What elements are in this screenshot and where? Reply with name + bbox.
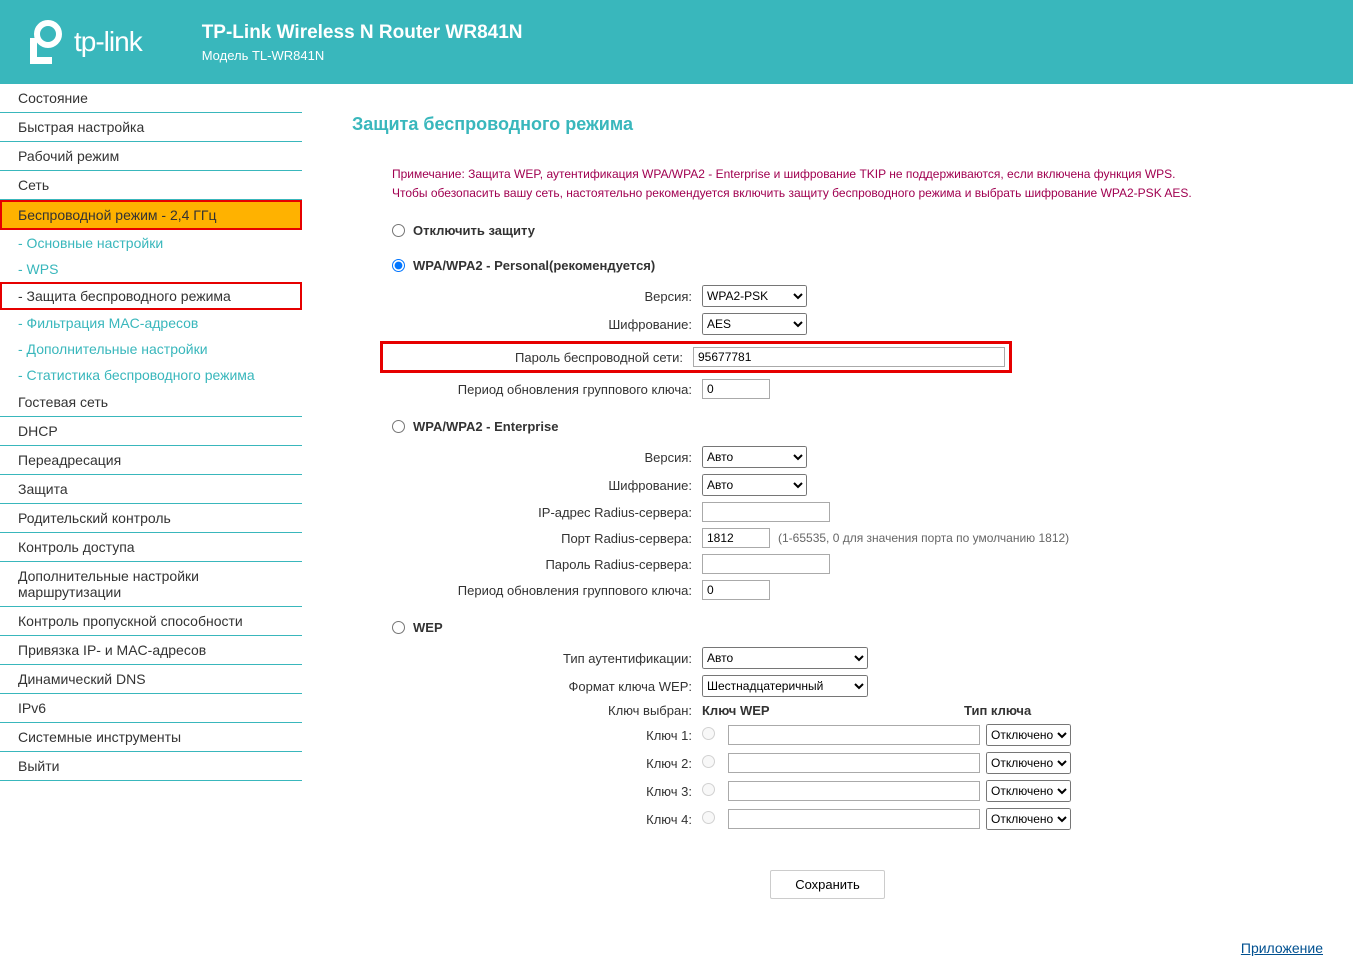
wep-key-label-2: Ключ 2: (392, 756, 702, 771)
wep-title: WEP (413, 620, 443, 635)
sidebar-item-0[interactable]: Состояние (0, 84, 302, 113)
header: tp-link TP-Link Wireless N Router WR841N… (0, 0, 1353, 84)
wpa-personal-version-select[interactable]: WPA2-PSK (702, 285, 807, 307)
wep-key-label-1: Ключ 1: (392, 728, 702, 743)
radius-port-hint: (1-65535, 0 для значения порта по умолча… (778, 531, 1069, 545)
notice-line-1: Примечание: Защита WEP, аутентификация W… (392, 165, 1303, 184)
notice-block: Примечание: Защита WEP, аутентификация W… (352, 165, 1303, 203)
wpa-ent-version-select[interactable]: Авто (702, 446, 807, 468)
sidebar-item-22[interactable]: Системные инструменты (0, 723, 302, 752)
sidebar-item-18[interactable]: Контроль пропускной способности (0, 607, 302, 636)
page-title: Защита беспроводного режима (352, 114, 1303, 135)
wep-key-radio-3[interactable] (702, 783, 715, 796)
sidebar-item-20[interactable]: Динамический DNS (0, 665, 302, 694)
radius-port-label: Порт Radius-сервера: (392, 531, 702, 546)
product-title: TP-Link Wireless N Router WR841N (202, 22, 523, 44)
wep-key-row-3: Ключ 3: Отключено (392, 780, 1303, 802)
wpa-ent-groupkey-input[interactable] (702, 580, 770, 600)
sidebar-item-23[interactable]: Выйти (0, 752, 302, 781)
radius-ip-input[interactable] (702, 502, 830, 522)
sidebar-item-21[interactable]: IPv6 (0, 694, 302, 723)
sidebar-item-5[interactable]: - Основные настройки (0, 230, 302, 256)
wep-key-type-select-3[interactable]: Отключено (986, 780, 1071, 802)
wep-auth-select[interactable]: Авто (702, 647, 868, 669)
wpa-ent-encryption-select[interactable]: Авто (702, 474, 807, 496)
wep-key-type-select-1[interactable]: Отключено (986, 724, 1071, 746)
sidebar-item-14[interactable]: Защита (0, 475, 302, 504)
wpa-personal-encryption-select[interactable]: AES (702, 313, 807, 335)
sidebar-item-15[interactable]: Родительский контроль (0, 504, 302, 533)
disable-security-label: Отключить защиту (413, 223, 535, 238)
wpa-personal-groupkey-label: Период обновления группового ключа: (392, 382, 702, 397)
wep-key-type-select-2[interactable]: Отключено (986, 752, 1071, 774)
sidebar-item-4[interactable]: Беспроводной режим - 2,4 ГГц (0, 200, 302, 230)
wep-key-radio-2[interactable] (702, 755, 715, 768)
wep-key-label-4: Ключ 4: (392, 812, 702, 827)
wpa-personal-version-label: Версия: (392, 289, 702, 304)
header-title-block: TP-Link Wireless N Router WR841N Модель … (202, 22, 523, 63)
app-link[interactable]: Приложение (1241, 940, 1323, 956)
sidebar-item-16[interactable]: Контроль доступа (0, 533, 302, 562)
brand-logo: tp-link (18, 18, 142, 66)
wep-key-radio-4[interactable] (702, 811, 715, 824)
wep-format-select[interactable]: Шестнадцатеричный (702, 675, 868, 697)
sidebar-item-17[interactable]: Дополнительные настройки маршрутизации (0, 562, 302, 607)
wep-col-key-header: Ключ WEP (702, 703, 964, 718)
sidebar-item-10[interactable]: - Статистика беспроводного режима (0, 362, 302, 388)
wep-key-input-2[interactable] (728, 753, 980, 773)
sidebar-item-6[interactable]: - WPS (0, 256, 302, 282)
notice-line-2: Чтобы обезопасить вашу сеть, настоятельн… (392, 184, 1303, 203)
main-content: Защита беспроводного режима Примечание: … (302, 84, 1353, 966)
radio-disable-security[interactable] (392, 224, 405, 237)
wpa-personal-title: WPA/WPA2 - Personal(рекомендуется) (413, 258, 655, 273)
sidebar-item-19[interactable]: Привязка IP- и MAC-адресов (0, 636, 302, 665)
sidebar-item-1[interactable]: Быстрая настройка (0, 113, 302, 142)
sidebar-item-3[interactable]: Сеть (0, 171, 302, 200)
product-model: Модель TL-WR841N (202, 48, 523, 63)
sidebar-item-2[interactable]: Рабочий режим (0, 142, 302, 171)
radius-password-label: Пароль Radius-сервера: (392, 557, 702, 572)
wep-col-type-header: Тип ключа (964, 703, 1031, 718)
radius-port-input[interactable] (702, 528, 770, 548)
sidebar-item-8[interactable]: - Фильтрация MAC-адресов (0, 310, 302, 336)
sidebar-item-12[interactable]: DHCP (0, 417, 302, 446)
wep-key-radio-1[interactable] (702, 727, 715, 740)
radio-wep[interactable] (392, 621, 405, 634)
radio-wpa-enterprise[interactable] (392, 420, 405, 433)
tplink-logo-icon (18, 18, 66, 66)
sidebar-item-11[interactable]: Гостевая сеть (0, 388, 302, 417)
wep-key-row-4: Ключ 4: Отключено (392, 808, 1303, 830)
wpa-ent-version-label: Версия: (392, 450, 702, 465)
brand-text: tp-link (74, 26, 142, 58)
wpa-enterprise-title: WPA/WPA2 - Enterprise (413, 419, 558, 434)
password-highlighted-row: Пароль беспроводной сети: (380, 341, 1012, 373)
wpa-personal-encryption-label: Шифрование: (392, 317, 702, 332)
wep-auth-label: Тип аутентификации: (392, 651, 702, 666)
sidebar-nav: СостояниеБыстрая настройкаРабочий режимС… (0, 84, 302, 966)
sidebar-item-7[interactable]: - Защита беспроводного режима (0, 282, 302, 310)
sidebar-item-13[interactable]: Переадресация (0, 446, 302, 475)
wep-key-input-4[interactable] (728, 809, 980, 829)
wep-format-label: Формат ключа WEP: (392, 679, 702, 694)
wep-key-label-3: Ключ 3: (392, 784, 702, 799)
radius-ip-label: IP-адрес Radius-сервера: (392, 505, 702, 520)
sidebar-item-9[interactable]: - Дополнительные настройки (0, 336, 302, 362)
wep-selected-label: Ключ выбран: (392, 703, 702, 718)
wpa-personal-password-input[interactable] (693, 347, 1005, 367)
wep-key-input-1[interactable] (728, 725, 980, 745)
radio-wpa-personal[interactable] (392, 259, 405, 272)
wep-key-row-1: Ключ 1: Отключено (392, 724, 1303, 746)
wep-key-input-3[interactable] (728, 781, 980, 801)
wep-key-type-select-4[interactable]: Отключено (986, 808, 1071, 830)
save-button[interactable]: Сохранить (770, 870, 885, 899)
wpa-ent-groupkey-label: Период обновления группового ключа: (392, 583, 702, 598)
wpa-personal-password-label: Пароль беспроводной сети: (387, 350, 693, 365)
wep-key-row-2: Ключ 2: Отключено (392, 752, 1303, 774)
radius-password-input[interactable] (702, 554, 830, 574)
wpa-ent-encryption-label: Шифрование: (392, 478, 702, 493)
wpa-personal-groupkey-input[interactable] (702, 379, 770, 399)
